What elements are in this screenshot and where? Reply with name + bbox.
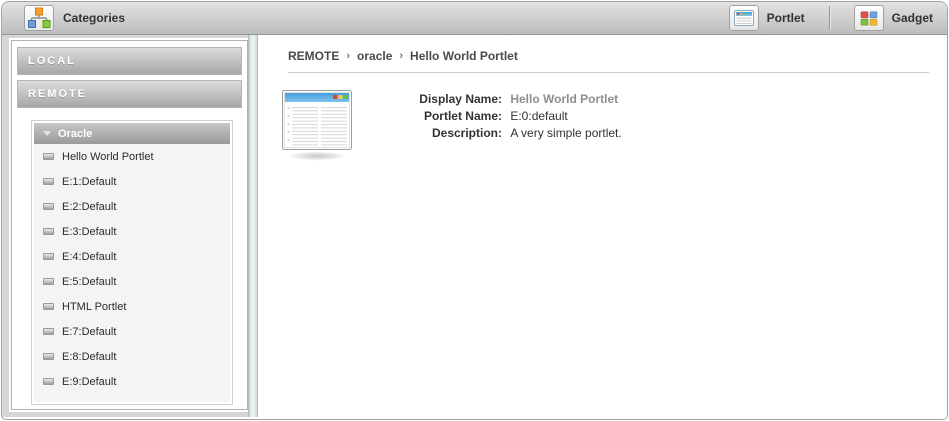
portlet-bullet-icon [43, 353, 54, 360]
tree-item-e4-default[interactable]: E:4:Default [34, 244, 230, 269]
header-bar: Categories [2, 2, 947, 35]
tree-item-label: E:3:Default [62, 226, 116, 238]
breadcrumb-oracle[interactable]: oracle [357, 49, 392, 63]
tree-item-label: E:4:Default [62, 251, 116, 263]
tree-item-e9-default[interactable]: E:9:Default [34, 369, 230, 394]
tree-item-e2-default[interactable]: E:2:Default [34, 194, 230, 219]
tree-item-e7-default[interactable]: E:7:Default [34, 319, 230, 344]
tree-item-label: E:1:Default [62, 176, 116, 188]
header-actions: Portlet Gadget [729, 5, 933, 31]
portlet-bullet-icon [43, 253, 54, 260]
portlet-icon [729, 5, 759, 31]
breadcrumb-remote[interactable]: REMOTE [288, 49, 339, 63]
portlet-name-label: Portlet Name: [402, 108, 502, 125]
tree-item-hello-world-portlet[interactable]: Hello World Portlet [34, 144, 230, 169]
content-area: LOCAL REMOTE Oracle Hello World Portlet [2, 35, 947, 417]
portlet-bullet-icon [43, 153, 54, 160]
portlet-bullet-icon [43, 378, 54, 385]
category-tree: Oracle Hello World Portlet E:1:Default [31, 120, 233, 405]
breadcrumb-current: Hello World Portlet [410, 49, 518, 63]
display-name-label: Display Name: [402, 91, 502, 108]
portlet-button-label: Portlet [767, 11, 805, 25]
detail-row-portlet-name: Portlet Name: E:0:default [402, 108, 622, 125]
categories-window: Categories [1, 1, 948, 420]
gadget-icon [854, 5, 884, 31]
tree-item-label: E:9:Default [62, 376, 116, 388]
page-title: Categories [63, 11, 125, 25]
tree-item-label: E:8:Default [62, 351, 116, 363]
content-divider[interactable] [248, 35, 258, 417]
tree-item-e8-default[interactable]: E:8:Default [34, 344, 230, 369]
breadcrumb-separator-icon: › [346, 50, 350, 62]
gadget-button-label: Gadget [892, 11, 933, 25]
breadcrumb: REMOTE › oracle › Hello World Portlet [288, 47, 931, 63]
sidebar-section-remote[interactable]: REMOTE [17, 80, 242, 108]
portlet-bullet-icon [43, 278, 54, 285]
breadcrumb-separator-icon: › [399, 50, 403, 62]
portlet-preview-icon [280, 90, 356, 167]
tree-item-label: E:5:Default [62, 276, 116, 288]
detail-rows: Display Name: Hello World Portlet Portle… [402, 91, 622, 167]
detail-row-display-name: Display Name: Hello World Portlet [402, 91, 622, 108]
tree-item-label: E:2:Default [62, 201, 116, 213]
sidebar-section-local[interactable]: LOCAL [17, 47, 242, 75]
portlet-bullet-icon [43, 178, 54, 185]
portlet-details: Display Name: Hello World Portlet Portle… [280, 90, 931, 167]
portlet-bullet-icon [43, 203, 54, 210]
main-panel: REMOTE › oracle › Hello World Portlet [258, 35, 947, 417]
sidebar-panel: LOCAL REMOTE Oracle Hello World Portlet [11, 40, 248, 410]
portlet-bullet-icon [43, 228, 54, 235]
category-oracle[interactable]: Oracle [34, 123, 230, 144]
sidebar: LOCAL REMOTE Oracle Hello World Portlet [2, 35, 248, 417]
gadget-button[interactable]: Gadget [854, 5, 933, 31]
breadcrumb-rule [288, 72, 929, 73]
tree-item-e5-default[interactable]: E:5:Default [34, 269, 230, 294]
category-label: Oracle [58, 128, 92, 140]
collapse-arrow-icon [43, 131, 51, 136]
portlet-button[interactable]: Portlet [729, 5, 805, 31]
detail-row-description: Description: A very simple portlet. [402, 125, 622, 142]
tree-item-e3-default[interactable]: E:3:Default [34, 219, 230, 244]
description-value: A very simple portlet. [510, 126, 621, 140]
tree-item-e1-default[interactable]: E:1:Default [34, 169, 230, 194]
description-label: Description: [402, 125, 502, 142]
category-tree-inner: Oracle Hello World Portlet E:1:Default [34, 123, 230, 402]
display-name-value: Hello World Portlet [510, 92, 618, 106]
portlet-bullet-icon [43, 328, 54, 335]
header-separator [829, 6, 830, 30]
portlet-bullet-icon [43, 303, 54, 310]
tree-item-html-portlet[interactable]: HTML Portlet [34, 294, 230, 319]
tree-item-label: Hello World Portlet [62, 151, 154, 163]
portlet-name-value: E:0:default [510, 109, 567, 123]
tree-item-label: HTML Portlet [62, 301, 126, 313]
tree-item-label: E:7:Default [62, 326, 116, 338]
categories-icon [24, 5, 54, 31]
